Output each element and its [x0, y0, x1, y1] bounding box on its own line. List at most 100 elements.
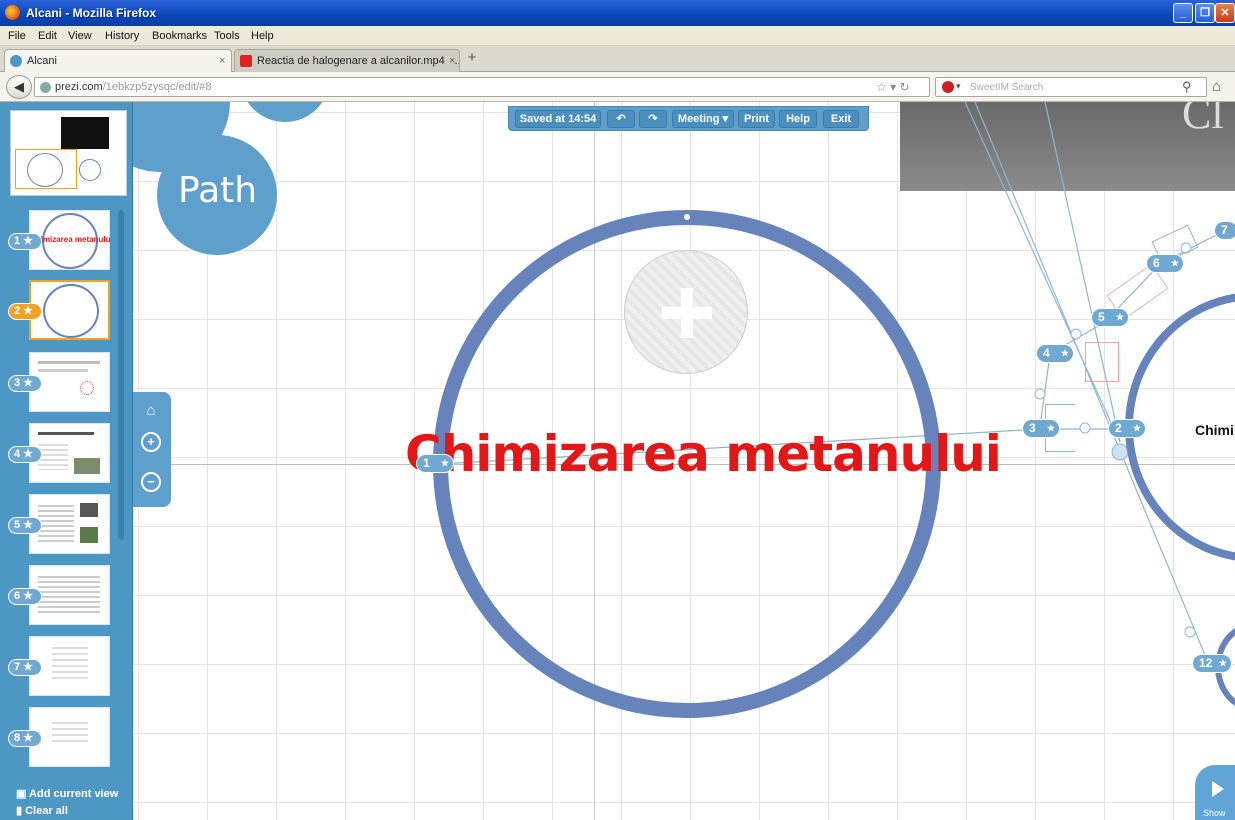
- star-icon: ★: [1218, 658, 1227, 668]
- close-window-button[interactable]: ✕: [1215, 3, 1235, 23]
- thumb-image: [80, 527, 98, 543]
- help-button[interactable]: Help: [779, 110, 817, 128]
- main-title[interactable]: Chimizarea metanului: [405, 425, 1002, 483]
- thumb-text-line: [38, 361, 100, 364]
- search-placeholder: SweetIM Search: [970, 82, 1044, 93]
- thumb-circle: [43, 284, 99, 338]
- tab-label: Alcani: [27, 55, 57, 67]
- add-current-view-button[interactable]: ▣ Add current view: [16, 787, 118, 800]
- thumb-badge-1[interactable]: 1 ★: [8, 233, 42, 250]
- thumb-text-block: [52, 722, 88, 742]
- right-frame-label: Chimi: [1195, 422, 1234, 438]
- bookmark-star-icon[interactable]: ☆: [876, 80, 887, 94]
- thumb-badge-8[interactable]: 8 ★: [8, 730, 42, 747]
- minimize-button[interactable]: _: [1173, 3, 1193, 23]
- insert-content-placeholder[interactable]: [624, 250, 748, 374]
- path-node-3[interactable]: 3 ★: [1022, 419, 1060, 438]
- thumb-text-line: [38, 432, 94, 435]
- frame-handle[interactable]: [684, 214, 690, 220]
- badge-number: 5: [14, 519, 21, 531]
- tab-close-icon[interactable]: ×: [447, 55, 456, 67]
- path-add-point[interactable]: [1070, 328, 1082, 340]
- overview-circle: [79, 159, 101, 181]
- badge-number: 3: [14, 377, 21, 389]
- badge-number: 8: [14, 732, 21, 744]
- menu-tools[interactable]: Tools: [214, 30, 240, 42]
- path-label: Path: [178, 170, 258, 211]
- tab-close-icon[interactable]: ×: [219, 55, 225, 67]
- thumb-caption: Chimizarea metanului: [30, 235, 111, 244]
- zoom-out-icon[interactable]: −: [141, 472, 161, 492]
- path-node-4[interactable]: 4 ★: [1036, 344, 1074, 363]
- path-add-point[interactable]: [1079, 422, 1091, 434]
- prezi-canvas[interactable]: Cl Chimi Path Chimizarea metanului 1 ★ 2…: [0, 102, 1235, 820]
- dropdown-icon[interactable]: ▾: [890, 80, 896, 94]
- menu-edit[interactable]: Edit: [38, 30, 57, 42]
- badge-number: 6: [14, 590, 21, 602]
- new-tab-button[interactable]: +: [462, 50, 482, 68]
- search-icon[interactable]: ⚲: [1182, 79, 1192, 95]
- clear-all-button[interactable]: ▮ Clear all: [16, 804, 68, 817]
- thumb-badge-2[interactable]: 2 ★: [8, 303, 42, 320]
- thumb-badge-6[interactable]: 6 ★: [8, 588, 42, 605]
- play-icon: [1212, 781, 1224, 797]
- menu-view[interactable]: View: [68, 30, 92, 42]
- overview-circle: [27, 153, 63, 187]
- thumb-badge-7[interactable]: 7 ★: [8, 659, 42, 676]
- url-actions: ☆ ▾ ↻: [876, 80, 910, 94]
- redo-button[interactable]: ↷: [639, 110, 667, 128]
- badge-number: 1: [14, 235, 21, 247]
- path-node-number: 7: [1221, 223, 1228, 237]
- maximize-button[interactable]: ❐: [1195, 3, 1215, 23]
- meeting-button[interactable]: Meeting ▾: [672, 110, 734, 128]
- print-button[interactable]: Print: [738, 110, 775, 128]
- path-node-1[interactable]: 1 ★: [416, 454, 454, 473]
- add-view-label: Add current view: [29, 788, 119, 800]
- tab-alcani[interactable]: Alcani ×: [4, 49, 232, 72]
- tab-bar: Alcani × Reactia de halogenare a alcanil…: [0, 46, 1235, 72]
- path-node-number: 6: [1153, 256, 1160, 270]
- undo-button[interactable]: ↶: [607, 110, 635, 128]
- show-button[interactable]: Show: [1195, 765, 1235, 820]
- tab-youtube-video[interactable]: Reactia de halogenare a alcanilor.mp4 - …: [234, 49, 460, 72]
- path-node-7[interactable]: 7: [1214, 221, 1235, 240]
- plus-icon: [681, 288, 693, 338]
- path-node-6[interactable]: 6 ★: [1146, 254, 1184, 273]
- overview-thumbnail[interactable]: [10, 110, 127, 196]
- search-input[interactable]: ▾ SweetIM Search ⚲: [935, 77, 1207, 97]
- badge-number: 4: [14, 448, 21, 460]
- path-node-2[interactable]: 2 ★: [1108, 419, 1146, 438]
- navigation-bar: ◀ prezi.com/1ebkzp5zysqc/edit/#8 ☆ ▾ ↻ ▾…: [0, 72, 1235, 102]
- thumb-badge-5[interactable]: 5 ★: [8, 517, 42, 534]
- home-view-icon[interactable]: ⌂: [139, 400, 163, 424]
- sidebar-footer: ▣ Add current view ▮ Clear all: [0, 785, 133, 820]
- menu-history[interactable]: History: [105, 30, 139, 42]
- thumb-text-line: [38, 369, 88, 372]
- reload-icon[interactable]: ↻: [899, 80, 909, 94]
- back-button[interactable]: ◀: [6, 75, 32, 99]
- exit-button[interactable]: Exit: [823, 110, 859, 128]
- path-node-5[interactable]: 5 ★: [1091, 308, 1129, 327]
- star-icon: ★: [1046, 423, 1055, 433]
- tab-label: Reactia de halogenare a alcanilor.mp4 - …: [257, 55, 460, 67]
- menu-bookmarks[interactable]: Bookmarks: [152, 30, 207, 42]
- thumb-text-block: [38, 444, 68, 470]
- thumb-badge-3[interactable]: 3 ★: [8, 375, 42, 392]
- url-bar[interactable]: prezi.com/1ebkzp5zysqc/edit/#8: [34, 77, 930, 97]
- youtube-favicon-icon: [240, 55, 252, 67]
- url-path: /1ebkzp5zysqc/edit/#8: [102, 81, 212, 93]
- sidebar-scrollbar[interactable]: [118, 210, 124, 540]
- menu-help[interactable]: Help: [251, 30, 274, 42]
- mini-content[interactable]: [1085, 342, 1119, 382]
- path-node-12[interactable]: 12 ★: [1192, 654, 1232, 673]
- zoom-in-icon[interactable]: +: [141, 432, 161, 452]
- badge-number: 7: [14, 661, 21, 673]
- search-engine-icon[interactable]: [942, 81, 954, 93]
- engine-dropdown-icon[interactable]: ▾: [956, 81, 961, 92]
- menu-file[interactable]: File: [8, 30, 26, 42]
- home-icon[interactable]: ⌂: [1212, 78, 1221, 95]
- path-add-point[interactable]: [1034, 388, 1046, 400]
- path-add-point[interactable]: [1184, 626, 1196, 638]
- thumb-badge-4[interactable]: 4 ★: [8, 446, 42, 463]
- thumb-image: [80, 503, 98, 517]
